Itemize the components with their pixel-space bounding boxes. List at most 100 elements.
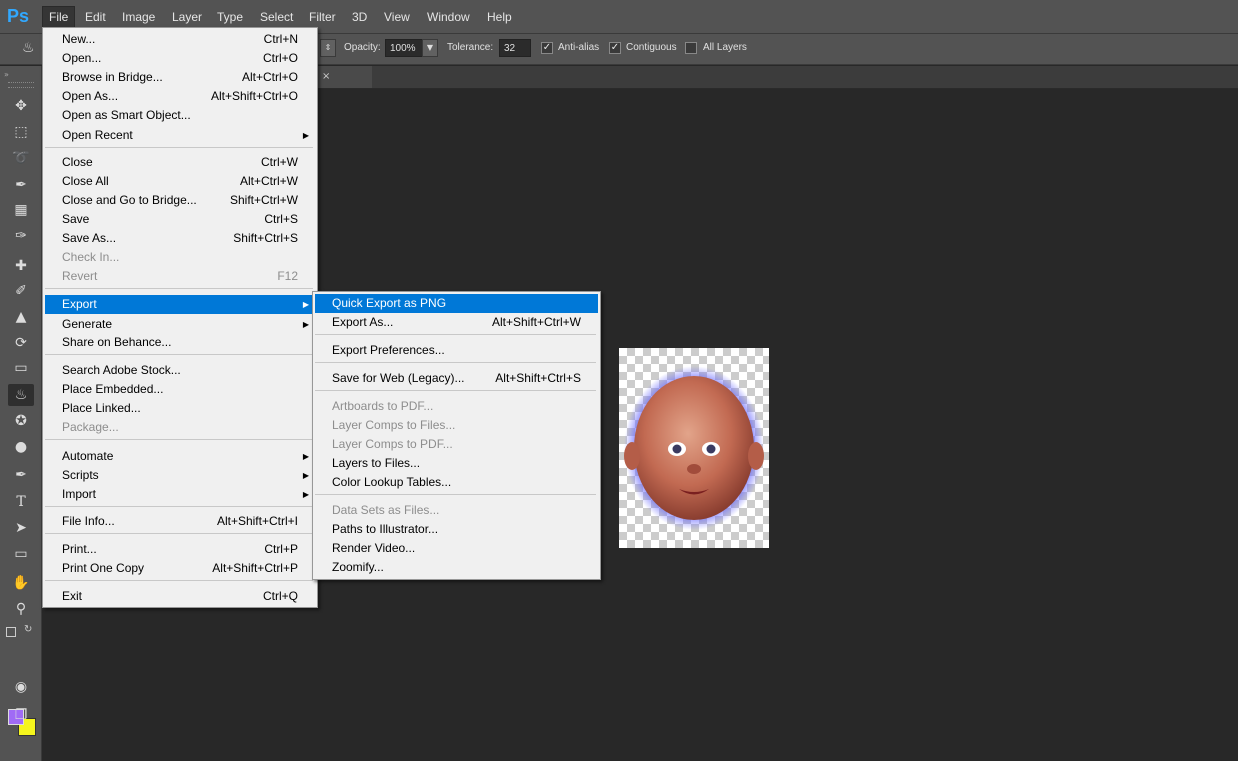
menu-view[interactable]: View <box>378 8 416 26</box>
submenu-arrow-icon: ▶ <box>302 131 309 140</box>
crop-icon[interactable]: ▦ <box>8 199 34 221</box>
menu-3d[interactable]: 3D <box>346 8 373 26</box>
paint-bucket-tool-preset-icon[interactable]: ♨ <box>22 40 42 58</box>
history-brush-icon[interactable]: ⟳ <box>8 332 34 354</box>
menu-layer[interactable]: Layer <box>166 8 208 26</box>
tolerance-input[interactable]: 32 <box>499 39 531 57</box>
collapse-toolbox-icon[interactable]: » <box>4 70 9 79</box>
file-menu-item-open-as[interactable]: Open As... Alt+Shift+Ctrl+O <box>45 87 315 106</box>
file-menu-item-export[interactable]: Export ▶ <box>45 295 315 314</box>
file-menu-item-browse-in-bridge[interactable]: Browse in Bridge... Alt+Ctrl+O <box>45 68 315 87</box>
dodge-icon[interactable]: ● <box>8 436 34 458</box>
export-menu-item-save-for-web[interactable]: Save for Web (Legacy)... Alt+Shift+Ctrl+S <box>315 369 598 388</box>
file-menu-item-automate[interactable]: Automate ▶ <box>45 447 315 466</box>
menu-image[interactable]: Image <box>116 8 161 26</box>
swap-colors-icon[interactable]: ↻ <box>24 624 32 635</box>
menu-file[interactable]: File <box>42 6 76 28</box>
file-menu-item-share-behance[interactable]: Share on Behance... <box>45 333 315 352</box>
export-menu-item-layers-to-files[interactable]: Layers to Files... <box>315 454 598 473</box>
menu-separator <box>45 439 313 440</box>
eyedropper-icon[interactable]: ✑ <box>8 225 34 247</box>
menu-separator <box>45 354 313 355</box>
file-menu-item-open-smart-object[interactable]: Open as Smart Object... <box>45 106 315 125</box>
export-menu-item-paths-illustrator[interactable]: Paths to Illustrator... <box>315 520 598 539</box>
contiguous-checkbox[interactable]: ✓ <box>609 42 621 54</box>
file-menu-item-save[interactable]: Save Ctrl+S <box>45 210 315 229</box>
file-menu-item-search-adobe-stock[interactable]: Search Adobe Stock... <box>45 361 315 380</box>
menu-filter[interactable]: Filter <box>303 8 342 26</box>
file-menu-item-close[interactable]: Close Ctrl+W <box>45 153 315 172</box>
submenu-arrow-icon: ▶ <box>302 452 309 461</box>
hand-icon[interactable]: ✋ <box>8 572 34 594</box>
submenu-arrow-icon: ▶ <box>302 471 309 480</box>
path-select-icon[interactable]: ➤ <box>8 517 34 539</box>
file-menu-item-close-go-bridge[interactable]: Close and Go to Bridge... Shift+Ctrl+W <box>45 191 315 210</box>
close-tab-icon[interactable]: × <box>322 71 330 82</box>
menu-separator <box>315 334 596 335</box>
file-menu-item-check-in: Check In... <box>62 250 120 264</box>
antialias-checkbox[interactable]: ✓ <box>541 42 553 54</box>
file-menu-item-scripts[interactable]: Scripts ▶ <box>45 466 315 485</box>
canvas-document-image[interactable] <box>619 348 769 548</box>
shape-icon[interactable]: ▭ <box>8 543 34 565</box>
antialias-label: Anti-alias <box>558 42 600 53</box>
toolbox-grip[interactable] <box>8 82 34 88</box>
quick-mask-icon[interactable]: ◉ <box>8 676 34 698</box>
brush-icon[interactable]: ✐ <box>8 280 34 302</box>
eraser-icon[interactable]: ▭ <box>8 357 34 379</box>
opacity-input[interactable]: 100% <box>385 39 423 57</box>
menu-help[interactable]: Help <box>481 8 518 26</box>
document-tab[interactable]: × <box>318 66 372 88</box>
menu-separator <box>315 362 596 363</box>
blur-icon[interactable]: ✪ <box>8 410 34 432</box>
move-icon[interactable]: ✥ <box>8 95 34 117</box>
default-colors-icon[interactable] <box>6 627 16 637</box>
baby-face-image <box>624 366 764 530</box>
zoom-icon[interactable]: ⚲ <box>8 598 34 620</box>
quick-select-icon[interactable]: ✒ <box>8 174 34 196</box>
pen-icon[interactable]: ✒ <box>8 464 34 486</box>
type-icon[interactable]: T <box>8 491 34 513</box>
menu-type[interactable]: Type <box>211 8 249 26</box>
export-menu-item-export-as[interactable]: Export As... Alt+Shift+Ctrl+W <box>315 313 598 332</box>
healing-icon[interactable]: ✚ <box>8 255 34 277</box>
file-menu-item-file-info[interactable]: File Info... Alt+Shift+Ctrl+I <box>45 512 315 531</box>
file-menu-item-place-embedded[interactable]: Place Embedded... <box>45 380 315 399</box>
opacity-label: Opacity: <box>344 42 381 53</box>
marquee-icon[interactable]: ⬚ <box>8 121 34 143</box>
file-menu-dropdown: New... Ctrl+N Open... Ctrl+O Browse in Bri… <box>42 27 318 608</box>
export-menu-item-data-sets: Data Sets as Files... <box>332 503 440 517</box>
menu-edit[interactable]: Edit <box>79 8 112 26</box>
submenu-arrow-icon: ▶ <box>302 320 309 329</box>
photoshop-logo: Ps <box>7 6 30 26</box>
file-menu-item-close-all[interactable]: Close All Alt+Ctrl+W <box>45 172 315 191</box>
file-menu-item-import[interactable]: Import ▶ <box>45 485 315 504</box>
file-menu-item-open-recent[interactable]: Open Recent ▶ <box>45 126 315 145</box>
export-menu-item-render-video[interactable]: Render Video... <box>315 539 598 558</box>
file-menu-item-package: Package... <box>62 420 119 434</box>
opacity-dropdown-arrow[interactable]: ▼ <box>422 39 438 57</box>
file-menu-item-place-linked[interactable]: Place Linked... <box>45 399 315 418</box>
file-menu-item-exit[interactable]: Exit Ctrl+Q <box>45 587 315 606</box>
lasso-icon[interactable]: ➰ <box>8 147 34 169</box>
file-menu-item-print-one-copy[interactable]: Print One Copy Alt+Shift+Ctrl+P <box>45 559 315 578</box>
menu-separator <box>45 288 313 289</box>
export-menu-item-export-preferences[interactable]: Export Preferences... <box>315 341 598 360</box>
stamp-icon[interactable]: ▲ <box>8 306 34 328</box>
file-menu-item-generate[interactable]: Generate ▶ <box>45 315 315 334</box>
menu-separator <box>45 147 313 148</box>
screen-mode-icon[interactable]: ❐ <box>8 704 34 726</box>
file-menu-item-new[interactable]: New... Ctrl+N <box>45 30 315 49</box>
menu-window[interactable]: Window <box>421 8 476 26</box>
file-menu-item-open[interactable]: Open... Ctrl+O <box>45 49 315 68</box>
menu-select[interactable]: Select <box>254 8 299 26</box>
submenu-arrow-icon: ▶ <box>302 490 309 499</box>
file-menu-item-save-as[interactable]: Save As... Shift+Ctrl+S <box>45 229 315 248</box>
file-menu-item-print[interactable]: Print... Ctrl+P <box>45 540 315 559</box>
mode-dropdown-arrow[interactable]: ⇕ <box>320 39 336 57</box>
paint-bucket-icon[interactable]: ♨ <box>8 384 34 406</box>
export-menu-item-quick-export-png[interactable]: Quick Export as PNG <box>315 294 598 313</box>
export-menu-item-zoomify[interactable]: Zoomify... <box>315 558 598 577</box>
all-layers-checkbox[interactable] <box>685 42 697 54</box>
export-menu-item-color-lookup[interactable]: Color Lookup Tables... <box>315 473 598 492</box>
